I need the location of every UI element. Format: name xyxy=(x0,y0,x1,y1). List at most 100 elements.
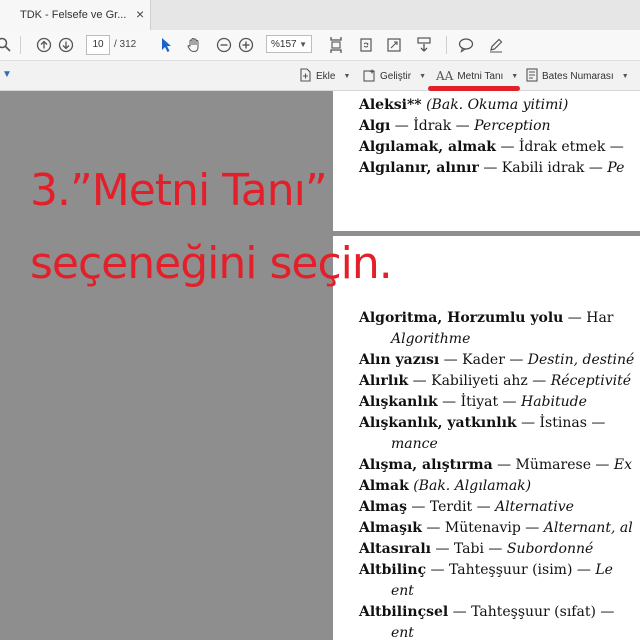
entry-definition: — Mümarese — xyxy=(492,457,614,473)
tab-bar: TDK - Felsefe ve Gr... × xyxy=(0,0,640,31)
dictionary-entry: Algılanır, alınır — Kabili idrak — Pe xyxy=(359,160,624,176)
ekle-button[interactable]: Ekle ▼ xyxy=(298,66,350,86)
entry-definition: — Terdit — xyxy=(406,499,496,515)
add-file-icon xyxy=(298,67,312,85)
page-number-input[interactable]: 10 xyxy=(86,35,110,55)
hand-icon[interactable] xyxy=(184,35,204,55)
entry-translation: Ex xyxy=(613,457,633,473)
entry-definition: — İtiyat — xyxy=(437,394,521,410)
chevron-down-icon[interactable]: ▼ xyxy=(2,69,12,80)
metni-tani-button[interactable]: AA Metni Tanı ▼ xyxy=(436,66,518,86)
entry-headword: Almaş xyxy=(359,499,407,515)
entry-translation: Subordonné xyxy=(506,541,594,557)
zoom-out-icon[interactable] xyxy=(214,35,234,55)
entry-headword: Almaşık xyxy=(359,520,422,536)
fullscreen-icon[interactable] xyxy=(384,35,404,55)
entry-headword: Algı xyxy=(359,118,391,134)
entry-definition: — Tabi — xyxy=(431,541,507,557)
enhance-icon xyxy=(362,68,376,85)
tab-title: TDK - Felsefe ve Gr... xyxy=(20,9,127,21)
toolbar-divider xyxy=(20,36,21,54)
entry-translation: Réceptivité xyxy=(550,373,632,389)
rotate-icon[interactable] xyxy=(356,35,376,55)
entry-definition: — İdrak — xyxy=(390,118,475,134)
dictionary-entry: Alışma, alıştırma — Mümarese — Ex xyxy=(359,457,632,473)
scroll-icon[interactable] xyxy=(414,35,434,55)
document-page: Algoritma, Horzumlu yolu — Har Algorithme… xyxy=(333,236,640,640)
bates-numarasi-button[interactable]: Bates Numarası ▼ xyxy=(526,66,629,86)
dictionary-entry: Alın yazısı — Kader — Destin, destiné xyxy=(359,352,634,368)
dictionary-entry: ent xyxy=(391,625,414,640)
dictionary-entry: Altbilinçsel — Tahteşşuur (sıfat) — xyxy=(359,604,614,620)
entry-definition: — İstinas — xyxy=(516,415,606,431)
main-toolbar: 10 / 312 %157 ▼ xyxy=(0,30,640,61)
entry-headword: Algoritma, Horzumlu yolu xyxy=(359,310,564,326)
dictionary-entry: Almaş — Terdit — Alternative xyxy=(359,499,574,515)
dictionary-entry: Almak (Bak. Algılamak) xyxy=(359,478,531,494)
chevron-down-icon: ▼ xyxy=(299,40,307,49)
dictionary-entry: Altasıralı — Tabi — Subordonné xyxy=(359,541,593,557)
chevron-down-icon: ▼ xyxy=(511,72,519,80)
arrow-down-icon[interactable] xyxy=(56,35,76,55)
dictionary-entry: Alırlık — Kabiliyeti ahz — Réceptivité xyxy=(359,373,631,389)
toolbar-divider xyxy=(446,36,447,54)
entry-headword: Alışma, alıştırma xyxy=(359,457,493,473)
metni-tani-label: Metni Tanı xyxy=(457,70,504,82)
pen-icon[interactable] xyxy=(486,35,506,55)
dictionary-entry: Algı — İdrak — Perception xyxy=(359,118,551,134)
close-icon[interactable]: × xyxy=(136,7,144,21)
chevron-down-icon: ▼ xyxy=(621,72,629,80)
entry-definition: — Tahteşşuur (isim) — xyxy=(426,562,596,578)
entry-headword: Alırlık xyxy=(359,373,409,389)
entry-definition: — Kabiliyeti ahz — xyxy=(408,373,551,389)
dictionary-entry: Alışkanlık, yatkınlık — İstinas — xyxy=(359,415,605,431)
entry-translation: Habitude xyxy=(521,394,587,410)
dictionary-entry: Aleksi** (Bak. Okuma yitimi) xyxy=(359,97,568,113)
zoom-search-icon[interactable] xyxy=(0,35,14,55)
entry-translation: (Bak. Algılamak) xyxy=(413,478,532,494)
zoom-in-icon[interactable] xyxy=(236,35,256,55)
gelistir-label: Geliştir xyxy=(380,70,412,82)
gelistir-button[interactable]: Geliştir ▼ xyxy=(362,66,426,86)
dictionary-entry: Almaşık — Mütenavip — Alternant, al xyxy=(359,520,633,536)
entry-translation: mance xyxy=(391,436,438,452)
comment-icon[interactable] xyxy=(456,35,476,55)
entry-definition: — Kader — xyxy=(439,352,528,368)
entry-headword: Algılamak, almak xyxy=(359,139,496,155)
entry-translation: ent xyxy=(391,583,414,599)
entry-headword: Aleksi** xyxy=(359,97,422,113)
chevron-down-icon: ▼ xyxy=(343,72,351,80)
entry-translation: Pe xyxy=(607,160,625,176)
bates-numarasi-label: Bates Numarası xyxy=(542,70,614,82)
dictionary-entry: Algorithme xyxy=(391,331,470,347)
entry-translation: Alternative xyxy=(495,499,574,515)
dictionary-entry: Algılamak, almak — İdrak etmek — xyxy=(359,139,628,155)
entry-headword: Altbilinçsel xyxy=(359,604,449,620)
entry-definition: — Kabili idrak — xyxy=(478,160,608,176)
dictionary-entry: Altbilinç — Tahteşşuur (isim) — Le xyxy=(359,562,613,578)
zoom-level-select[interactable]: %157 ▼ xyxy=(266,35,312,53)
entry-translation: Algorithme xyxy=(391,331,471,347)
instruction-text: seçeneğini seçin. xyxy=(30,238,393,289)
text-recognition-icon: AA xyxy=(436,69,454,83)
ekle-label: Ekle xyxy=(316,70,336,82)
arrow-up-icon[interactable] xyxy=(34,35,54,55)
select-cursor-icon[interactable] xyxy=(156,35,176,55)
document-tab[interactable]: TDK - Felsefe ve Gr... × xyxy=(0,0,151,30)
fit-page-icon[interactable] xyxy=(326,35,346,55)
dictionary-entry: Alışkanlık — İtiyat — Habitude xyxy=(359,394,587,410)
entry-translation: ent xyxy=(391,625,414,640)
instruction-text: 3.”Metni Tanı” xyxy=(30,165,328,216)
entry-definition: — Har xyxy=(563,310,614,326)
entry-headword: Altbilinç xyxy=(359,562,427,578)
entry-headword: Almak xyxy=(359,478,409,494)
dictionary-entry: mance xyxy=(391,436,438,452)
dictionary-entry: ent xyxy=(391,583,414,599)
entry-definition: — İdrak etmek — xyxy=(496,139,629,155)
dictionary-entry: Algoritma, Horzumlu yolu — Har xyxy=(359,310,613,326)
bates-number-icon xyxy=(526,67,538,85)
entry-translation: Destin, destiné xyxy=(527,352,635,368)
entry-translation: Le xyxy=(595,562,613,578)
zoom-level-value: %157 xyxy=(271,39,297,50)
entry-headword: Altasıralı xyxy=(359,541,432,557)
